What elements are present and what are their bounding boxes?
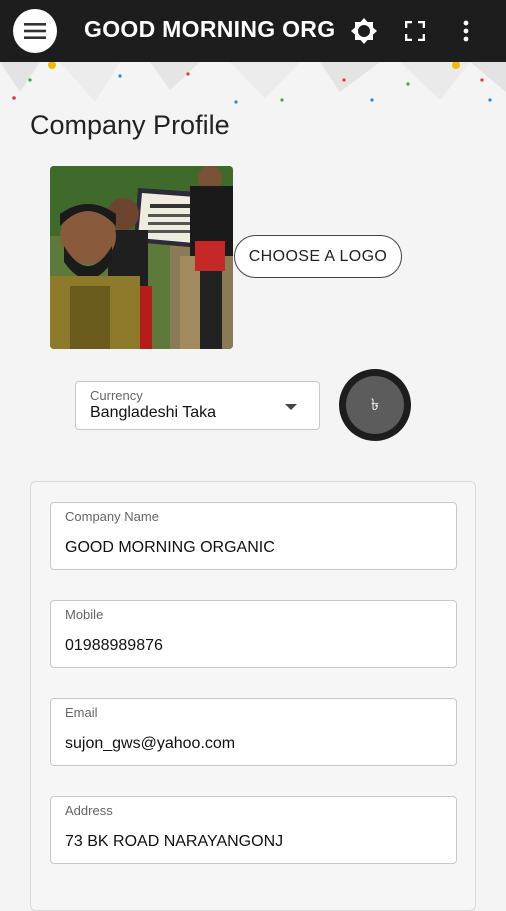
email-label: Email — [65, 705, 98, 720]
menu-icon — [24, 23, 46, 39]
address-value: 73 BK ROAD NARAYANGONJ — [65, 833, 284, 850]
company-name-value: GOOD MORNING ORGANIC — [65, 539, 275, 556]
more-vert-icon — [463, 20, 469, 42]
currency-label: Currency — [90, 388, 143, 403]
brightness-icon — [351, 18, 377, 44]
company-name-label: Company Name — [65, 509, 159, 524]
more-options-button[interactable] — [450, 15, 482, 47]
currency-value: Bangladeshi Taka — [90, 404, 217, 421]
mobile-field[interactable]: Mobile 01988989876 — [50, 600, 457, 668]
menu-button[interactable] — [13, 9, 57, 53]
theme-toggle-button[interactable] — [348, 15, 380, 47]
mobile-label: Mobile — [65, 607, 104, 622]
mobile-value: 01988989876 — [65, 637, 163, 654]
currency-symbol-button[interactable]: ৳ — [339, 369, 411, 441]
address-field[interactable]: Address 73 BK ROAD NARAYANGONJ — [50, 796, 457, 864]
email-value: sujon_gws@yahoo.com — [65, 735, 236, 752]
address-label: Address — [65, 803, 113, 818]
currency-select[interactable]: Currency Bangladeshi Taka — [75, 381, 320, 430]
company-logo-image — [50, 166, 233, 349]
fullscreen-button[interactable] — [399, 15, 431, 47]
app-title: GOOD MORNING ORG — [84, 16, 336, 42]
fullscreen-icon — [405, 21, 425, 41]
choose-logo-button[interactable]: CHOOSE A LOGO — [234, 235, 402, 278]
app-bar: GOOD MORNING ORG — [0, 0, 506, 62]
company-name-field[interactable]: Company Name GOOD MORNING ORGANIC — [50, 502, 457, 570]
dropdown-arrow-icon — [285, 404, 297, 410]
email-field[interactable]: Email sujon_gws@yahoo.com — [50, 698, 457, 766]
page-title: Company Profile — [30, 110, 230, 140]
confetti-banner — [0, 62, 506, 112]
currency-symbol: ৳ — [346, 376, 404, 434]
